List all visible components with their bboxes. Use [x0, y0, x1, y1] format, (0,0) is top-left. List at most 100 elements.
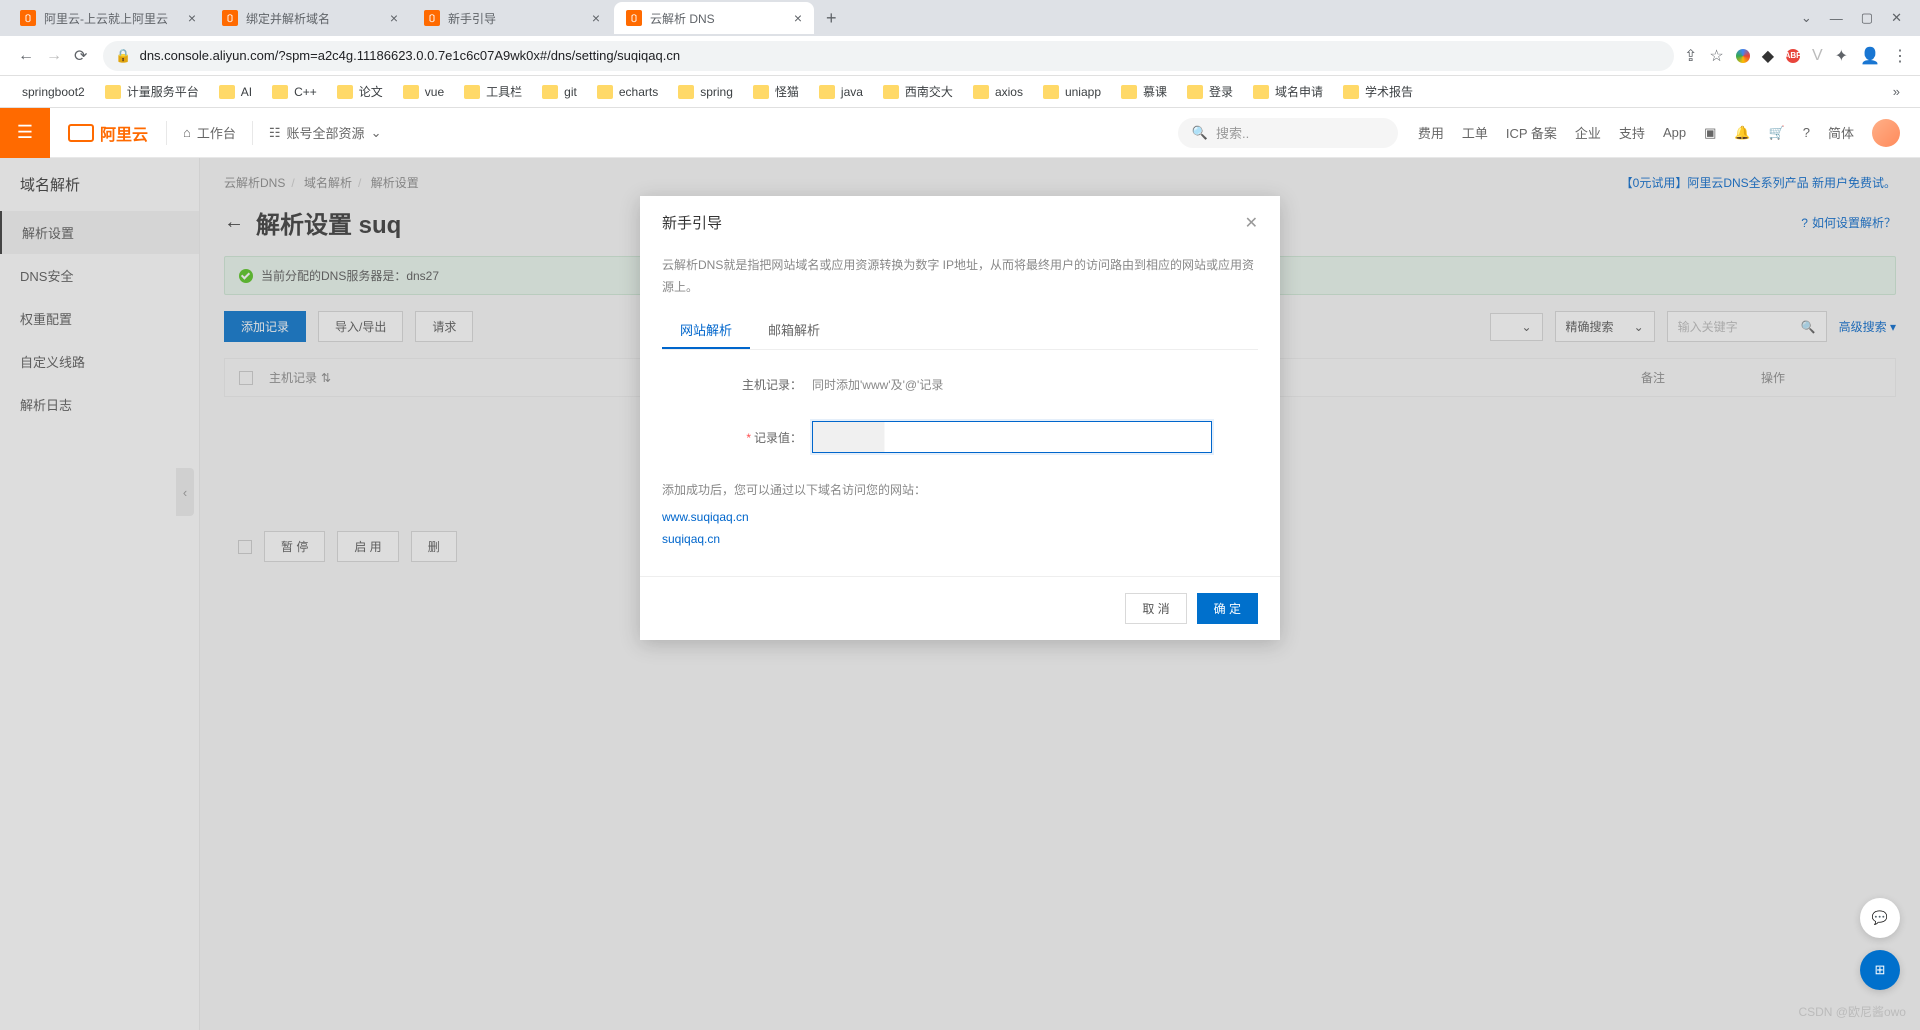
bookmark-item[interactable]: 慕课	[1111, 79, 1177, 104]
browser-tab-3[interactable]: 〔〕云解析 DNS×	[614, 2, 814, 34]
nav-support[interactable]: 支持	[1619, 123, 1645, 142]
workbench-link[interactable]: ⌂工作台	[166, 121, 252, 145]
close-icon[interactable]: ×	[794, 10, 802, 26]
bookmark-item[interactable]: echarts	[587, 81, 668, 103]
ext-v-icon[interactable]: V	[1812, 47, 1823, 65]
nav-fee[interactable]: 费用	[1418, 123, 1444, 142]
chevron-down-icon[interactable]: ⌄	[1801, 10, 1812, 26]
record-value-input[interactable]	[812, 421, 1212, 453]
bookmark-item[interactable]: 怪猫	[743, 79, 809, 104]
bookmark-item[interactable]: git	[532, 81, 587, 103]
folder-icon	[1253, 85, 1269, 99]
bookmark-item[interactable]: springboot2	[12, 81, 95, 103]
cancel-button[interactable]: 取 消	[1125, 593, 1186, 624]
address-bar[interactable]: 🔒 dns.console.aliyun.com/?spm=a2c4g.1118…	[103, 41, 1674, 71]
bookmark-item[interactable]: AI	[209, 81, 262, 103]
folder-icon	[883, 85, 899, 99]
close-icon[interactable]: ×	[188, 10, 196, 26]
forward-button[interactable]: →	[40, 41, 68, 71]
bookmark-item[interactable]: 西南交大	[873, 79, 963, 104]
nav-app[interactable]: App	[1663, 125, 1686, 140]
new-tab-button[interactable]: +	[816, 8, 847, 29]
folder-icon	[403, 85, 419, 99]
bookmark-item[interactable]: axios	[963, 81, 1033, 103]
tab-email[interactable]: 邮箱解析	[750, 312, 838, 349]
confirm-button[interactable]: 确 定	[1197, 593, 1258, 624]
folder-icon	[1121, 85, 1137, 99]
aliyun-header: ☰ 阿里云 ⌂工作台 ☷账号全部资源⌄ 🔍搜索.. 费用 工单 ICP 备案 企…	[0, 108, 1920, 158]
bookmark-item[interactable]: 学术报告	[1333, 79, 1423, 104]
favicon: 〔〕	[222, 10, 238, 26]
domain-link-root[interactable]: suqiqaq.cn	[662, 532, 1258, 546]
apps-button[interactable]: ⊞	[1860, 950, 1900, 990]
folder-icon	[105, 85, 121, 99]
tab-website[interactable]: 网站解析	[662, 312, 750, 349]
profile-icon[interactable]: 👤	[1860, 46, 1880, 66]
folder-icon	[219, 85, 235, 99]
domain-link-www[interactable]: www.suqiqaq.cn	[662, 510, 1258, 524]
aliyun-logo[interactable]: 阿里云	[50, 121, 166, 145]
favicon: 〔〕	[626, 10, 642, 26]
header-search[interactable]: 🔍搜索..	[1178, 118, 1398, 148]
guide-modal: 新手引导 ✕ 云解析DNS就是指把网站域名或应用资源转换为数字 IP地址，从而将…	[640, 196, 1280, 640]
cloudshell-icon[interactable]: ▣	[1704, 125, 1716, 141]
nav-icp[interactable]: ICP 备案	[1506, 123, 1557, 142]
nav-ticket[interactable]: 工单	[1462, 123, 1488, 142]
folder-icon	[973, 85, 989, 99]
folder-icon	[272, 85, 288, 99]
tab-title: 绑定并解析域名	[246, 10, 384, 27]
bookmark-item[interactable]: 登录	[1177, 79, 1243, 104]
maximize-icon[interactable]: ▢	[1861, 10, 1873, 26]
folder-icon	[1187, 85, 1203, 99]
record-value-label: *记录值：	[662, 429, 812, 446]
lang-selector[interactable]: 简体	[1828, 123, 1854, 142]
cart-icon[interactable]: 🛒	[1769, 125, 1785, 141]
bookmark-item[interactable]: 计量服务平台	[95, 79, 209, 104]
host-record-value: 同时添加'www'及'@'记录	[812, 376, 943, 393]
bell-icon[interactable]: 🔔	[1734, 125, 1750, 141]
tab-title: 阿里云-上云就上阿里云	[44, 10, 182, 27]
home-icon: ⌂	[183, 125, 191, 140]
modal-description: 云解析DNS就是指把网站域名或应用资源转换为数字 IP地址，从而将最终用户的访问…	[662, 255, 1258, 298]
extensions-icon[interactable]: ✦	[1835, 46, 1848, 66]
bookmark-item[interactable]: vue	[393, 81, 454, 103]
browser-tab-0[interactable]: 〔〕阿里云-上云就上阿里云 ×	[8, 2, 208, 34]
bookmark-item[interactable]: java	[809, 81, 873, 103]
bookmark-item[interactable]: spring	[668, 81, 743, 103]
lock-icon: 🔒	[115, 48, 131, 64]
search-icon: 🔍	[1192, 125, 1208, 141]
account-dropdown[interactable]: ☷账号全部资源⌄	[252, 121, 398, 145]
folder-icon	[1043, 85, 1059, 99]
reload-button[interactable]: ⟳	[68, 40, 93, 72]
header-right: 费用 工单 ICP 备案 企业 支持 App ▣ 🔔 🛒 ? 简体	[1398, 119, 1920, 147]
close-icon[interactable]: ✕	[1245, 213, 1258, 233]
abp-icon[interactable]: ABP	[1786, 49, 1800, 63]
chat-button[interactable]: 💬	[1860, 898, 1900, 938]
ext-google-icon[interactable]	[1736, 49, 1750, 63]
ext-icon[interactable]: ◆	[1762, 46, 1774, 66]
bookmark-item[interactable]: uniapp	[1033, 81, 1111, 103]
bookmarks-overflow[interactable]: »	[1885, 84, 1908, 99]
minimize-icon[interactable]: —	[1830, 11, 1843, 26]
browser-tab-2[interactable]: 〔〕新手引导×	[412, 2, 612, 34]
browser-tab-1[interactable]: 〔〕绑定并解析域名 ×	[210, 2, 410, 34]
menu-icon[interactable]: ⋮	[1892, 46, 1908, 66]
share-icon[interactable]: ⇪	[1684, 46, 1697, 66]
close-icon[interactable]: ×	[592, 10, 600, 26]
bookmark-item[interactable]: 域名申请	[1243, 79, 1333, 104]
star-icon[interactable]: ☆	[1709, 46, 1723, 66]
bookmark-item[interactable]: C++	[262, 81, 327, 103]
window-controls: ⌄ — ▢ ✕	[1801, 10, 1912, 26]
close-icon[interactable]: ×	[390, 10, 398, 26]
avatar[interactable]	[1872, 119, 1900, 147]
nav-enterprise[interactable]: 企业	[1575, 123, 1601, 142]
help-icon[interactable]: ?	[1803, 125, 1810, 140]
favicon: 〔〕	[20, 10, 36, 26]
bookmark-item[interactable]: 论文	[327, 79, 393, 104]
close-window-icon[interactable]: ✕	[1891, 10, 1902, 26]
bookmark-item[interactable]: 工具栏	[454, 79, 532, 104]
tab-title: 新手引导	[448, 10, 586, 27]
logo-icon	[68, 124, 94, 142]
back-button[interactable]: ←	[12, 41, 40, 71]
hamburger-menu[interactable]: ☰	[0, 108, 50, 158]
